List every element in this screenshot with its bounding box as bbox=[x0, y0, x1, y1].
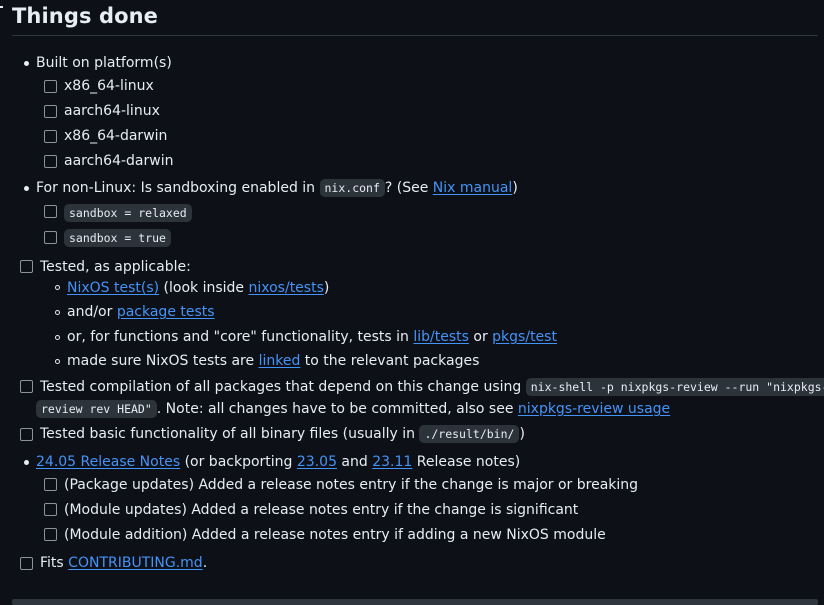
text: made sure NixOS tests are bbox=[67, 353, 259, 369]
compilation-line-2: review rev HEAD". Note: all changes have… bbox=[36, 398, 670, 420]
release-item: (Module addition) Added a release notes … bbox=[64, 527, 606, 543]
text: or bbox=[468, 329, 493, 345]
text: . bbox=[202, 555, 208, 571]
checkbox-sandbox-relaxed[interactable] bbox=[44, 205, 57, 218]
text: to the relevant packages bbox=[300, 353, 480, 369]
release-2305-link[interactable]: 23.05 bbox=[297, 454, 337, 470]
release-notes-2405-link[interactable]: 24.05 Release Notes bbox=[36, 454, 180, 470]
result-bin-code: ./result/bin/ bbox=[419, 425, 520, 443]
corner-mark bbox=[0, 6, 3, 8]
checkbox-module-updates[interactable] bbox=[44, 503, 57, 516]
platform-label: x86_64-darwin bbox=[64, 128, 168, 144]
sandbox-option: sandbox = true bbox=[64, 228, 171, 248]
release-line: 24.05 Release Notes (or backporting 23.0… bbox=[36, 452, 520, 472]
contributing-link[interactable]: CONTRIBUTING.md bbox=[68, 555, 203, 571]
binaries-line: Tested basic functionality of all binary… bbox=[40, 424, 525, 444]
text: Tested compilation of all packages that … bbox=[40, 379, 526, 395]
sandbox-line: For non-Linux: Is sandboxing enabled in … bbox=[36, 178, 518, 198]
tested-sub-lib: or, for functions and "core" functionali… bbox=[67, 327, 557, 347]
platform-label: aarch64-darwin bbox=[64, 153, 174, 169]
tested-sub-nixos: NixOS test(s) (look inside nixos/tests) bbox=[67, 278, 329, 298]
platform-label: x86_64-linux bbox=[64, 78, 154, 94]
checkbox-x86_64-linux[interactable] bbox=[44, 80, 57, 93]
checkbox-compilation[interactable] bbox=[20, 380, 33, 393]
release-2311-link[interactable]: 23.11 bbox=[372, 454, 412, 470]
text: or, for functions and "core" functionali… bbox=[67, 329, 414, 345]
fits-line: Fits CONTRIBUTING.md. bbox=[40, 553, 207, 573]
text: ) bbox=[519, 426, 525, 442]
sandbox-relaxed-code: sandbox = relaxed bbox=[64, 204, 192, 222]
text: Release notes) bbox=[412, 454, 521, 470]
text: and bbox=[336, 454, 373, 470]
checkbox-x86_64-darwin[interactable] bbox=[44, 130, 57, 143]
pkgs-test-link[interactable]: pkgs/test bbox=[492, 329, 557, 345]
sandbox-option: sandbox = relaxed bbox=[64, 203, 192, 223]
checkbox-fits[interactable] bbox=[20, 557, 33, 570]
text: ) bbox=[323, 280, 330, 296]
platform-label: aarch64-linux bbox=[64, 103, 160, 119]
text: (or backporting bbox=[180, 454, 297, 470]
bullet bbox=[55, 310, 60, 315]
nixpkgs-review-usage-link[interactable]: nixpkgs-review usage bbox=[518, 401, 670, 417]
package-tests-link[interactable]: package tests bbox=[117, 304, 215, 320]
release-item: (Package updates) Added a release notes … bbox=[64, 477, 639, 493]
nixos-tests-dir-link[interactable]: nixos/tests bbox=[249, 280, 324, 296]
compilation-line-1: Tested compilation of all packages that … bbox=[40, 376, 824, 398]
sandbox-true-code: sandbox = true bbox=[64, 229, 171, 247]
checkbox-aarch64-darwin[interactable] bbox=[44, 155, 57, 168]
section-title: Things done bbox=[12, 4, 159, 28]
checkbox-sandbox-true[interactable] bbox=[44, 231, 57, 244]
text: . Note: all changes have to be committed… bbox=[156, 401, 518, 417]
checkbox-tested[interactable] bbox=[20, 260, 33, 273]
checkbox-aarch64-linux[interactable] bbox=[44, 105, 57, 118]
nixpkgs-review-code-cont: review rev HEAD" bbox=[36, 400, 157, 418]
tested-sub-linked: made sure NixOS tests are linked to the … bbox=[67, 351, 479, 371]
checkbox-package-updates[interactable] bbox=[44, 478, 57, 491]
bullet bbox=[24, 186, 29, 191]
nix-manual-link[interactable]: Nix manual bbox=[433, 180, 513, 196]
sandbox-text: For non-Linux: Is sandboxing enabled in bbox=[36, 180, 320, 196]
sandbox-text: ) bbox=[512, 180, 518, 196]
sandbox-text: ? (See bbox=[384, 180, 433, 196]
bullet bbox=[55, 285, 60, 290]
checkbox-binaries[interactable] bbox=[20, 428, 33, 441]
text: Fits bbox=[40, 555, 69, 571]
text: and/or bbox=[67, 304, 117, 320]
tested-label: Tested, as applicable: bbox=[40, 259, 191, 275]
bullet bbox=[24, 460, 29, 465]
built-label: Built on platform(s) bbox=[36, 55, 172, 71]
lib-tests-link[interactable]: lib/tests bbox=[413, 329, 469, 345]
checkbox-module-addition[interactable] bbox=[44, 528, 57, 541]
bullet bbox=[55, 359, 60, 364]
title-divider bbox=[12, 35, 818, 36]
release-item: (Module updates) Added a release notes e… bbox=[64, 502, 579, 518]
linked-link[interactable]: linked bbox=[259, 353, 301, 369]
nix-conf-code: nix.conf bbox=[319, 179, 385, 197]
bullet bbox=[55, 335, 60, 340]
tested-sub-package: and/or package tests bbox=[67, 302, 215, 322]
nixos-tests-link[interactable]: NixOS test(s) bbox=[67, 280, 159, 296]
bottom-scrollbar[interactable] bbox=[12, 599, 818, 605]
nixpkgs-review-code: nix-shell -p nixpkgs-review --run "nixpk… bbox=[525, 378, 824, 396]
bullet bbox=[24, 61, 29, 66]
text: (look inside bbox=[159, 280, 249, 296]
text: Tested basic functionality of all binary… bbox=[40, 426, 420, 442]
